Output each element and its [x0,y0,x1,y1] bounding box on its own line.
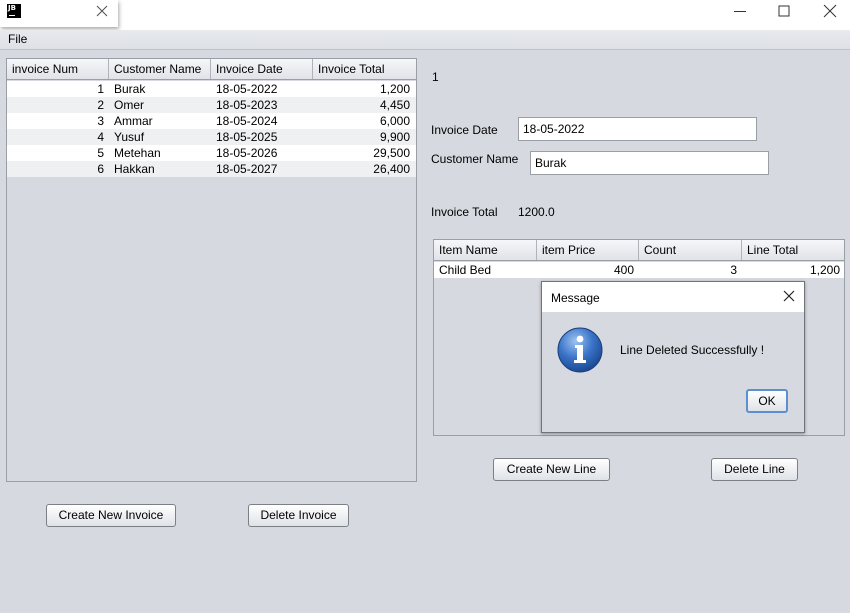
invoices-table-body: 1 Burak 18-05-2022 1,200 2 Omer 18-05-2023 4,45… [7,81,416,177]
minimize-icon[interactable] [730,3,750,19]
item-name-cell: Child Bed [439,263,492,277]
close-icon[interactable] [95,4,109,18]
invoice-date-cell: 18-05-2027 [216,162,278,176]
invoice-lines-table-body: Child Bed 400 3 1,200 [434,262,844,278]
invoice-number-value: 1 [432,70,439,84]
invoice-num-cell: 3 [97,114,104,128]
message-dialog: Message Line Deleted Successfully ! OK [541,281,805,433]
invoice-date-cell: 18-05-2025 [216,130,278,144]
maximize-icon[interactable] [774,3,794,19]
count-cell: 3 [730,263,737,277]
menu-file[interactable]: File [8,32,27,46]
invoice-lines-table-header: Item Name item Price Count Line Total [434,240,844,261]
close-icon[interactable] [782,289,796,303]
invoice-num-cell: 1 [97,82,104,96]
invoice-total-value: 1200.0 [518,205,555,219]
column-header-item-price[interactable]: item Price [537,240,639,260]
table-row[interactable]: Child Bed 400 3 1,200 [434,262,844,278]
ok-button[interactable]: OK [746,389,788,413]
dialog-message: Line Deleted Successfully ! [620,343,765,357]
table-row[interactable]: 4 Yusuf 18-05-2025 9,900 [7,129,416,145]
customer-name-cell: Omer [114,98,144,112]
customer-name-cell: Yusuf [114,130,145,144]
menu-bar: File [0,30,850,50]
create-invoice-button[interactable]: Create New Invoice [46,504,176,527]
dialog-title-bar: Message [542,282,804,312]
invoice-date-cell: 18-05-2023 [216,98,278,112]
window-tab: JB [0,0,118,27]
column-header-line-total[interactable]: Line Total [742,240,844,260]
column-header-count[interactable]: Count [639,240,742,260]
table-row[interactable]: 1 Burak 18-05-2022 1,200 [7,81,416,97]
invoice-date-field[interactable]: 18-05-2022 [518,117,757,141]
invoice-date-cell: 18-05-2024 [216,114,278,128]
customer-name-label: Customer Name [431,152,519,166]
invoice-total-label: Invoice Total [431,205,498,219]
app-icon: JB [7,4,21,18]
invoice-date-label: Invoice Date [431,123,498,137]
invoice-total-cell: 1,200 [379,82,410,96]
info-icon [557,327,603,373]
dialog-title: Message [551,291,600,305]
customer-name-cell: Hakkan [114,162,155,176]
customer-name-cell: Burak [114,82,146,96]
column-header-invoice-total[interactable]: Invoice Total [313,59,416,79]
table-row[interactable]: 6 Hakkan 18-05-2027 26,400 [7,161,416,177]
invoice-date-cell: 18-05-2026 [216,146,278,160]
invoice-date-cell: 18-05-2022 [216,82,278,96]
customer-name-cell: Metehan [114,146,161,160]
delete-invoice-button[interactable]: Delete Invoice [248,504,349,527]
column-header-invoice-num[interactable]: invoice Num [7,59,109,79]
app-icon-text: JB [8,4,16,12]
invoices-table[interactable]: invoice Num Customer Name Invoice Date I… [6,58,417,482]
customer-name-field[interactable]: Burak [530,151,769,175]
column-header-invoice-date[interactable]: Invoice Date [211,59,313,79]
customer-name-cell: Ammar [114,114,153,128]
invoice-num-cell: 5 [97,146,104,160]
close-icon[interactable] [820,3,840,19]
invoice-num-cell: 2 [97,98,104,112]
table-row[interactable]: 5 Metehan 18-05-2026 29,500 [7,145,416,161]
invoice-total-cell: 26,400 [373,162,410,176]
title-bar: JB [0,0,850,30]
column-header-item-name[interactable]: Item Name [434,240,537,260]
invoice-num-cell: 6 [97,162,104,176]
invoice-total-cell: 29,500 [373,146,410,160]
delete-line-button[interactable]: Delete Line [711,458,798,481]
table-row[interactable]: 2 Omer 18-05-2023 4,450 [7,97,416,113]
invoice-total-cell: 6,000 [379,114,410,128]
line-total-cell: 1,200 [809,263,840,277]
create-line-button[interactable]: Create New Line [493,458,610,481]
column-header-customer-name[interactable]: Customer Name [109,59,211,79]
table-row[interactable]: 3 Ammar 18-05-2024 6,000 [7,113,416,129]
invoices-table-header: invoice Num Customer Name Invoice Date I… [7,59,416,80]
invoice-total-cell: 9,900 [379,130,410,144]
invoice-total-cell: 4,450 [379,98,410,112]
item-price-cell: 400 [613,263,634,277]
invoice-num-cell: 4 [97,130,104,144]
